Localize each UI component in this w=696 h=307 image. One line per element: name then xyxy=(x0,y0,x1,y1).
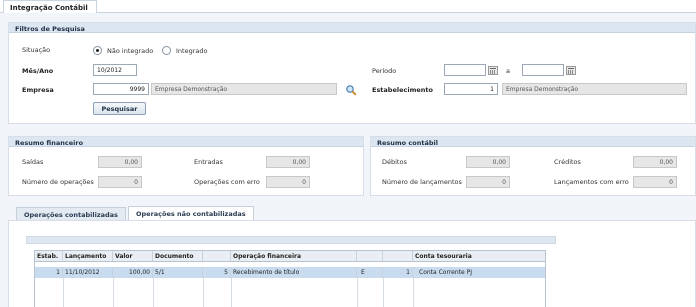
debitos-value: 0,00 xyxy=(466,156,510,168)
cell-tipo: E xyxy=(357,267,383,278)
cell-num: 5 xyxy=(203,267,231,278)
lanc-erro-label: Lançamentos com erro xyxy=(554,178,629,186)
col-tipo[interactable] xyxy=(357,251,383,261)
col-conta-num[interactable] xyxy=(383,251,413,261)
periodo-label: Período xyxy=(372,67,397,75)
col-num[interactable] xyxy=(203,251,231,261)
tab-operacoes-contabilizadas[interactable]: Operações contabilizadas xyxy=(16,207,126,220)
group-bar xyxy=(26,236,556,244)
saidas-label: Saídas xyxy=(22,158,44,166)
estab-name-field: Empresa Demonstração xyxy=(502,83,687,95)
col-lancamento[interactable]: Lançamento xyxy=(63,251,113,261)
periodo-end-input[interactable] xyxy=(522,64,564,76)
empresa-label: Empresa xyxy=(22,86,54,94)
situacao-label: Situação xyxy=(22,46,51,54)
resumo-financeiro-title: Resumo financeiro xyxy=(9,137,363,147)
saidas-value: 0,00 xyxy=(98,156,142,168)
grid-divider xyxy=(153,278,154,307)
lanc-erro-value: 0 xyxy=(633,176,677,188)
cell-conta-tesouraria: Conta Corrente PJ xyxy=(419,269,472,276)
num-ops-value: 0 xyxy=(98,176,142,188)
grid-divider xyxy=(231,278,232,307)
grid-divider xyxy=(63,278,64,307)
top-bar xyxy=(0,0,696,13)
grid-divider xyxy=(113,278,114,307)
col-documento[interactable]: Documento xyxy=(153,251,203,261)
periodo-start-input[interactable] xyxy=(444,64,486,76)
col-conta-tesouraria[interactable]: Conta tesouraria xyxy=(413,251,545,261)
resumo-financeiro-panel: Resumo financeiro xyxy=(8,136,364,196)
grid-divider xyxy=(203,278,204,307)
empresa-code-input[interactable]: 9999 xyxy=(93,83,149,95)
num-lanc-value: 0 xyxy=(466,176,510,188)
col-operacao-financeira[interactable]: Operação financeira xyxy=(231,251,357,261)
pesquisar-button[interactable]: Pesquisar xyxy=(93,102,146,115)
tab-integracao-contabil[interactable]: Integração Contábil xyxy=(3,0,97,13)
operations-grid: Estab. Lançamento Valor Documento Operaç… xyxy=(34,250,546,307)
cell-lancamento: 11/10/2012 xyxy=(63,267,113,278)
num-lanc-label: Número de lançamentos xyxy=(382,178,462,186)
radio-nao-integrado-label[interactable]: Não integrado xyxy=(107,47,153,55)
grid-header: Estab. Lançamento Valor Documento Operaç… xyxy=(35,251,545,262)
table-row[interactable]: 1 11/10/2012 100,00 5/1 5 Recebimento de… xyxy=(35,267,545,278)
ops-erro-value: 0 xyxy=(266,176,310,188)
calendar-icon[interactable] xyxy=(566,66,576,75)
estab-label: Estabelecimento xyxy=(372,86,433,94)
estab-code-input[interactable]: 1 xyxy=(444,83,498,95)
tab-operacoes-nao-contabilizadas[interactable]: Operações não contabilizadas xyxy=(128,206,254,220)
grid-divider xyxy=(413,278,414,307)
cell-estab: 1 xyxy=(35,267,63,278)
creditos-value: 0,00 xyxy=(633,156,677,168)
filters-title: Filtros de Pesquisa xyxy=(9,23,695,33)
radio-nao-integrado[interactable] xyxy=(93,46,102,55)
debitos-label: Débitos xyxy=(382,158,407,166)
num-ops-label: Número de operações xyxy=(22,178,94,186)
cell-conta-num: 1 xyxy=(383,267,413,278)
empresa-name-field: Empresa Demonstração xyxy=(151,83,337,95)
entradas-label: Entradas xyxy=(194,158,223,166)
grid-divider xyxy=(357,278,358,307)
cell-valor: 100,00 xyxy=(113,267,153,278)
radio-integrado[interactable] xyxy=(162,46,171,55)
cell-operacao-financeira: Recebimento de título xyxy=(231,267,357,278)
mesano-label: Mês/Ano xyxy=(22,67,54,75)
ops-erro-label: Operações com erro xyxy=(194,178,260,186)
cell-documento: 5/1 xyxy=(153,267,203,278)
resumo-contabil-title: Resumo contábil xyxy=(371,137,695,147)
grid-divider xyxy=(383,278,384,307)
col-estab[interactable]: Estab. xyxy=(35,251,63,261)
creditos-label: Créditos xyxy=(554,158,581,166)
radio-integrado-label[interactable]: Integrado xyxy=(176,47,207,55)
entradas-value: 0,00 xyxy=(266,156,310,168)
mesano-input[interactable]: 10/2012 xyxy=(93,64,137,76)
periodo-sep: a xyxy=(506,67,510,75)
calendar-icon[interactable] xyxy=(488,66,498,75)
search-icon[interactable] xyxy=(345,84,357,96)
col-valor[interactable]: Valor xyxy=(113,251,153,261)
